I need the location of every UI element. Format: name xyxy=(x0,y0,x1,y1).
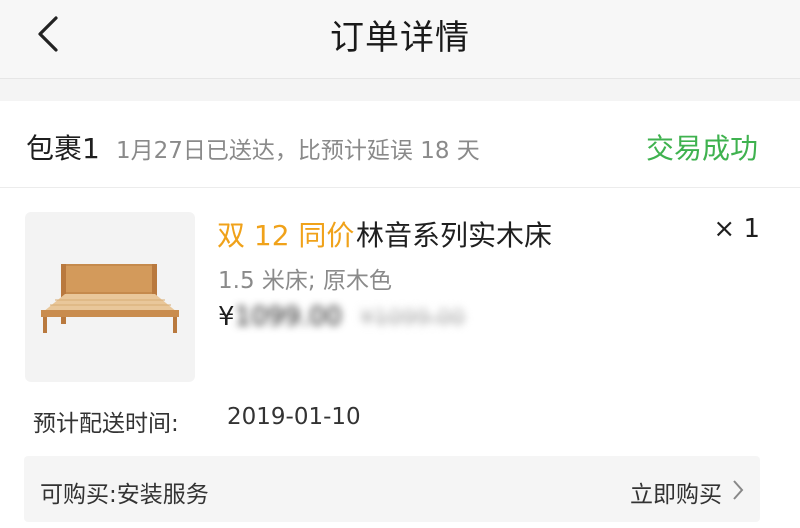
order-status: 交易成功 xyxy=(645,132,758,165)
currency-symbol: ¥ xyxy=(218,302,235,332)
package-title: 包裹1 xyxy=(26,132,100,165)
product-quantity: × 1 xyxy=(713,214,760,244)
top-bar: 订单详情 xyxy=(0,0,800,79)
order-detail-page: 订单详情 包裹1 1月27日已送达，比预计延误 18 天 交易成功 双 12 同… xyxy=(0,0,800,528)
original-price: ¥1099.00 xyxy=(360,306,465,331)
section-separator xyxy=(0,79,800,101)
product-price: ¥1099.00 xyxy=(218,302,342,332)
price-value: 1099.00 xyxy=(234,302,343,332)
installation-service-row[interactable]: 可购买:安装服务 立即购买 xyxy=(24,456,760,522)
delivery-note: 1月27日已送达，比预计延误 18 天 xyxy=(116,138,480,164)
estimated-delivery-label: 预计配送时间: xyxy=(33,411,179,437)
estimated-delivery-date: 2019-01-10 xyxy=(227,404,361,430)
chevron-right-icon xyxy=(733,480,744,500)
package-header: 包裹1 1月27日已送达，比预计延误 18 天 交易成功 xyxy=(0,101,800,188)
product-spec: 1.5 米床; 原木色 xyxy=(218,268,392,294)
product-image[interactable] xyxy=(25,212,195,382)
buy-now-button[interactable]: 立即购买 xyxy=(630,475,722,509)
page-title: 订单详情 xyxy=(330,18,470,58)
service-label: 可购买:安装服务 xyxy=(40,482,209,508)
wooden-bed-image xyxy=(41,264,179,333)
promo-tag: 双 12 同价 xyxy=(217,219,355,252)
product-name[interactable]: 林音系列实木床 xyxy=(356,214,552,254)
